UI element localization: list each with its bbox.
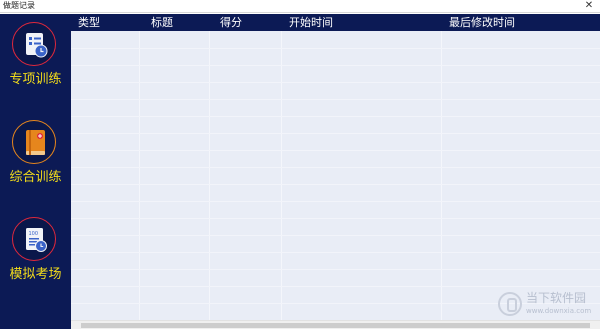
row-divider	[71, 116, 600, 117]
sidebar: 专项训练 综合训练 100 模拟考场	[0, 14, 71, 329]
row-divider	[71, 218, 600, 219]
row-divider	[71, 99, 600, 100]
row-divider	[71, 235, 600, 236]
row-divider	[71, 286, 600, 287]
row-divider	[71, 184, 600, 185]
exam-paper-icon: 100	[12, 217, 56, 261]
column-divider	[139, 31, 140, 320]
watermark-name: 当下软件园	[526, 291, 587, 305]
window-title: 做题记录	[3, 1, 35, 10]
sidebar-item-label: 综合训练	[9, 170, 62, 185]
sidebar-item-comprehensive-training[interactable]: 综合训练	[0, 120, 71, 200]
row-divider	[71, 150, 600, 151]
title-bar: 做题记录 ✕	[0, 0, 600, 13]
column-header-start-time[interactable]: 开始时间	[289, 15, 333, 30]
watermark-logo-icon	[498, 292, 522, 316]
row-divider	[71, 252, 600, 253]
column-divider	[281, 31, 282, 320]
column-divider	[441, 31, 442, 320]
sidebar-item-mock-exam[interactable]: 100 模拟考场	[0, 217, 71, 297]
record-table: 类型 标题 得分 开始时间 最后修改时间	[71, 14, 600, 329]
column-divider	[209, 31, 210, 320]
watermark-url: www.downxia.com	[526, 307, 592, 315]
row-divider	[71, 167, 600, 168]
sidebar-item-special-training[interactable]: 专项训练	[0, 22, 71, 102]
watermark: 当下软件园 www.downxia.com	[498, 290, 598, 324]
row-divider	[71, 269, 600, 270]
checklist-clock-icon	[12, 22, 56, 66]
column-header-title[interactable]: 标题	[151, 15, 173, 30]
column-header-last-modified[interactable]: 最后修改时间	[449, 15, 515, 30]
table-body	[71, 31, 600, 320]
column-header-type[interactable]: 类型	[78, 15, 100, 30]
sidebar-item-label: 模拟考场	[9, 267, 62, 282]
close-button[interactable]: ✕	[584, 0, 594, 12]
row-divider	[71, 65, 600, 66]
column-header-score[interactable]: 得分	[220, 15, 242, 30]
table-header: 类型 标题 得分 开始时间 最后修改时间	[71, 14, 600, 31]
svg-text:100: 100	[29, 231, 39, 237]
row-divider	[71, 201, 600, 202]
row-divider	[71, 133, 600, 134]
sidebar-item-label: 专项训练	[9, 72, 62, 87]
row-divider	[71, 48, 600, 49]
book-icon	[12, 120, 56, 164]
row-divider	[71, 82, 600, 83]
